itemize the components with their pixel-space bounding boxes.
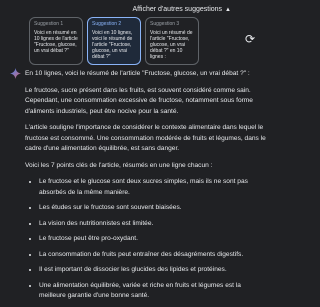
list-item: Les études sur le fructose sont souvent … [39, 203, 269, 214]
list-item: Une alimentation équilibrée, variée et r… [39, 281, 269, 302]
response-intro: En 10 lignes, voici le résumé de l'artic… [25, 70, 250, 77]
response-paragraph: L'article souligne l'importance de consi… [25, 124, 266, 152]
response-body: En 10 lignes, voici le résumé de l'artic… [25, 69, 269, 307]
draft-card-1[interactable]: Suggestion 1 Voici en résumé en 10 ligne… [29, 17, 83, 65]
key-points-list: Le fructose et le glucose sont deux sucr… [25, 177, 269, 302]
draft-text: Voici en 10 lignes, voici le résumé de l… [92, 30, 133, 60]
draft-card-3[interactable]: Suggestion 3 Voici un résumé de l'articl… [145, 17, 199, 65]
draft-title: Suggestion 3 [150, 21, 180, 27]
sparkle-icon [10, 66, 21, 79]
draft-title: Suggestion 2 [92, 21, 122, 27]
regenerate-button[interactable]: ⟳ [242, 31, 258, 47]
list-item: Le fructose et le glucose sont deux sucr… [39, 177, 269, 198]
draft-card-2[interactable]: Suggestion 2 Voici en 10 lignes, voici l… [87, 17, 141, 65]
refresh-icon: ⟳ [244, 32, 256, 46]
chevron-up-icon: ▲ [225, 6, 231, 13]
show-drafts-toggle[interactable]: Afficher d'autres suggestions ▲ [133, 6, 232, 13]
draft-text: Voici un résumé de l'article "Fructose, … [150, 30, 193, 60]
draft-cards: Suggestion 1 Voici en résumé en 10 ligne… [29, 17, 199, 65]
list-item: La vision des nutritionnistes est limité… [39, 219, 269, 230]
list-item: Le fructose peut être pro-oxydant. [39, 234, 269, 245]
draft-title: Suggestion 1 [34, 21, 64, 27]
list-item: Il est important de dissocier les glucid… [39, 265, 269, 276]
response-paragraph: Le fructose, sucre présent dans les frui… [25, 86, 253, 115]
list-item: La consommation de fruits peut entraîner… [39, 250, 269, 261]
draft-text: Voici en résumé en 10 lignes de l'articl… [34, 30, 78, 54]
points-intro: Voici les 7 points clés de l'article, ré… [25, 161, 213, 169]
show-drafts-label: Afficher d'autres suggestions [132, 6, 223, 13]
